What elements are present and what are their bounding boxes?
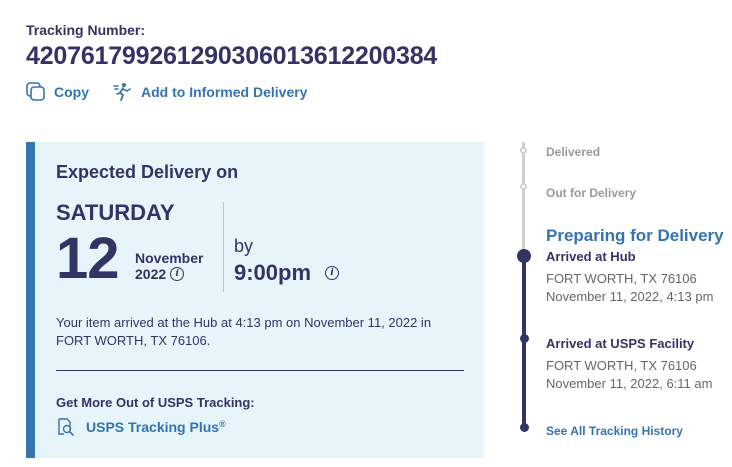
current-status: Preparing for Delivery [546,226,724,245]
panel-accent-bar [26,142,35,458]
timeline-dot-delivered [520,147,527,154]
timeline-upcoming-line [522,142,525,252]
event-title: Arrived at Hub [546,249,636,264]
event-location: FORT WORTH, TX 76106 [546,271,697,286]
expected-delivery-panel: Expected Delivery on SATURDAY 12 Novembe… [26,142,484,458]
time-info-icon[interactable]: i [325,266,340,280]
add-informed-delivery-label: Add to Informed Delivery [141,84,308,100]
tracking-plus-text: USPS Tracking Plus [86,419,220,436]
add-informed-delivery-button[interactable]: Add to Informed Delivery [113,82,307,102]
copy-button[interactable]: Copy [26,82,89,102]
tracking-actions: Copy Add to Informed Delivery [26,82,307,102]
usps-tracking-plus-link[interactable]: USPS Tracking Plus® [56,418,226,436]
event-datetime: November 11, 2022, 6:11 am [546,376,713,391]
panel-divider [56,370,464,371]
delivery-day-number: 12 [56,226,120,291]
expected-delivery-label: Expected Delivery on [56,162,239,182]
status-message: Your item arrived at the Hub at 4:13 pm … [56,315,432,348]
get-more-label: Get More Out of USPS Tracking: [56,395,255,410]
copy-label: Copy [54,84,89,100]
usps-tracking-plus-label: USPS Tracking Plus® [80,419,226,436]
date-time-divider [223,202,224,292]
timeline-dot-history [520,423,529,432]
event-title: Arrived at USPS Facility [546,336,695,351]
timeline-step-out-for-delivery: Out for Delivery [546,186,637,200]
timeline-dot-event [520,334,529,343]
copy-icon [26,82,45,101]
delivery-year: 2022 [135,266,167,282]
date-info-icon[interactable]: i [170,267,185,281]
tracking-plus-icon [58,418,74,436]
running-carrier-icon [113,83,131,101]
delivery-month: November [135,250,204,266]
timeline-dot-out-for-delivery [520,183,527,190]
delivery-time: 9:00pm [234,260,312,285]
event-datetime: November 11, 2022, 4:13 pm [546,289,714,304]
delivery-day-of-week: SATURDAY [56,200,175,225]
tracking-number-label: Tracking Number: [26,22,146,38]
event-location: FORT WORTH, TX 76106 [546,358,697,373]
timeline-dot-current [517,249,531,263]
delivery-time-row: 9:00pm i [234,260,340,286]
timeline-step-delivered: Delivered [546,145,601,159]
registered-mark: ® [219,418,226,429]
by-label: by [234,236,254,256]
see-all-tracking-history-link[interactable]: See All Tracking History [546,424,683,438]
tracking-number: 420761799261290306013612200384 [26,42,438,70]
delivery-year-row: 2022 i [135,266,185,282]
